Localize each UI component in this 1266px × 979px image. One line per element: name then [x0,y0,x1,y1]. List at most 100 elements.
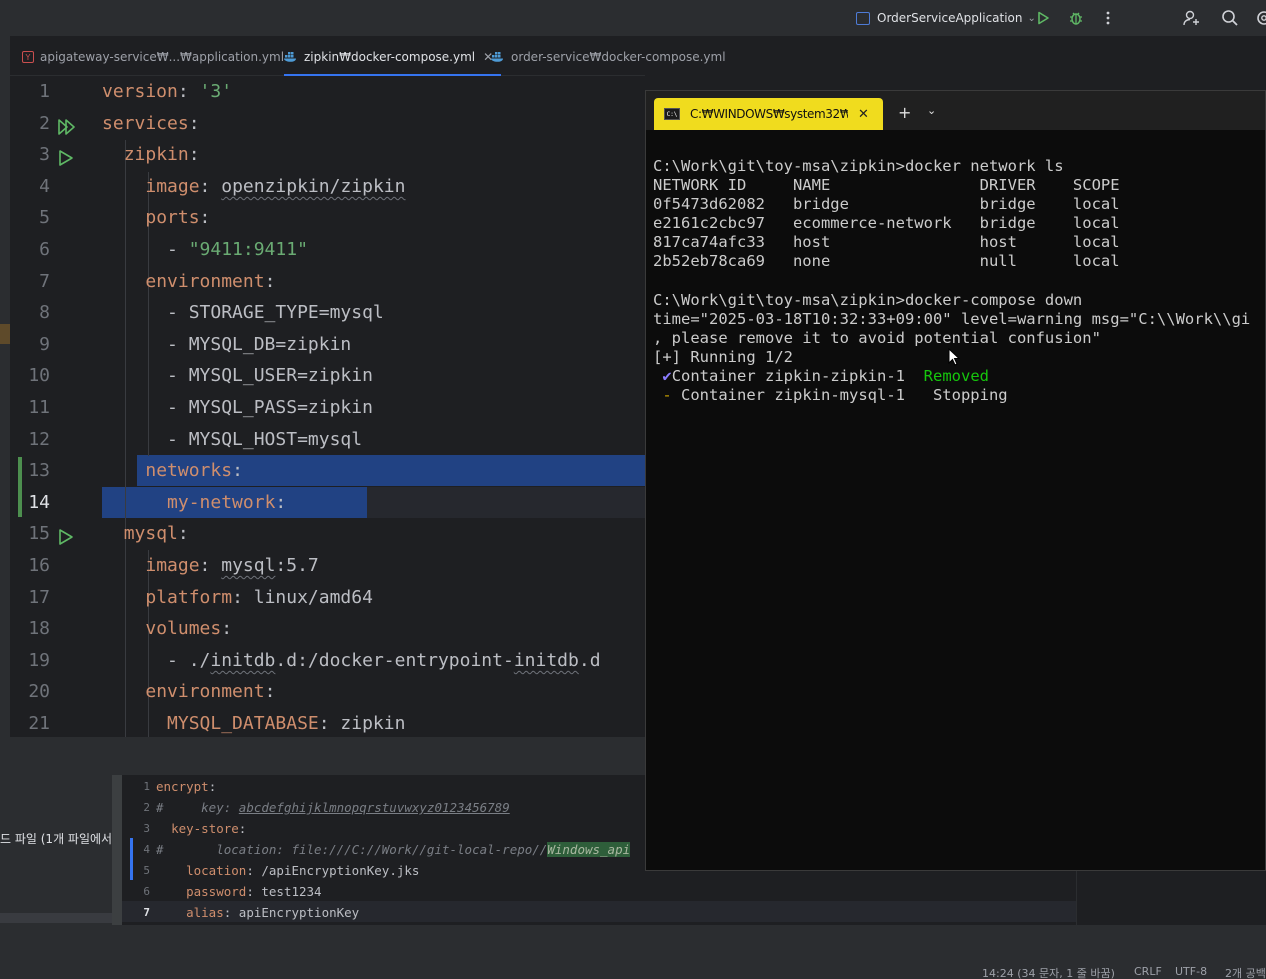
line-number: 5 [143,864,150,877]
preview-line[interactable]: 7 alias: apiEncryptionKey [122,902,1076,923]
code-line[interactable]: 6 - "9411:9411" [10,234,645,266]
line-number: 1 [39,81,50,102]
line-number: 21 [28,713,50,734]
line-number: 10 [28,365,50,387]
horizontal-scrollbar[interactable] [0,913,112,923]
code-text: services: [102,112,200,134]
left-tool-strip [0,36,10,738]
code-line[interactable]: 20 environment: [10,676,645,708]
more-actions-icon[interactable] [1098,8,1118,28]
code-line[interactable]: 21 MYSQL_DATABASE: zipkin [10,708,645,737]
code-line[interactable]: 12 - MYSQL_HOST=mysql [10,424,645,456]
line-number: 20 [28,681,50,703]
code-text: environment: [145,270,276,292]
line-number: 9 [39,333,50,355]
code-text: my-network: [167,491,287,513]
code-line[interactable]: 14 my-network: [10,487,645,519]
code-text: key-store: [171,821,247,836]
search-results-list[interactable]: 드 파일 (1개 파일에서 [0,775,112,925]
code-text: networks: [145,460,243,482]
run-configuration-selector[interactable]: OrderServiceApplication ⌄ [856,9,1036,27]
code-text: platform: linux/amd64 [145,586,373,608]
code-text: MYSQL_DATABASE: zipkin [167,713,406,734]
settings-icon[interactable] [1254,8,1266,28]
terminal-tab-title: C:₩WINDOWS₩system32₩cmd [690,107,848,121]
line-number: 13 [28,460,50,482]
code-text: - MYSQL_PASS=zipkin [102,397,373,418]
close-icon[interactable]: ✕ [858,107,869,122]
code-line[interactable]: 5 ports: [10,202,645,234]
search-summary: 드 파일 (1개 파일에서 [0,832,113,846]
code-editor[interactable]: 1 version: '3' 2 services: 3 zipkin: 4 image:… [10,76,645,737]
windows-terminal[interactable]: C:\ C:₩WINDOWS₩system32₩cmd ✕ + ⌄ C:\Wor… [645,90,1266,871]
line-number: 8 [39,302,50,324]
code-line[interactable]: 4 image: openzipkin/zipkin [10,171,645,203]
line-number: 11 [28,397,50,418]
preview-line[interactable]: 6 password: test1234 [122,881,1076,902]
run-service-icon[interactable] [57,115,75,135]
code-text: volumes: [145,618,233,640]
search-icon[interactable] [1220,8,1240,28]
code-text: - MYSQL_DB=zipkin [102,333,352,355]
code-line[interactable]: 1 version: '3' [10,76,645,108]
code-line[interactable]: 3 zipkin: [10,139,645,171]
code-text: ports: [145,207,211,229]
line-number: 15 [28,523,50,545]
code-line[interactable]: 11 - MYSQL_PASS=zipkin [10,392,645,424]
debug-icon[interactable] [1066,8,1086,28]
code-text: - "9411:9411" [102,239,308,260]
indent-setting[interactable]: 2개 공백 [1225,965,1266,979]
file-encoding[interactable]: UTF-8 [1175,965,1207,978]
line-separator[interactable]: CRLF [1134,965,1162,978]
tab-label: order-service₩docker-compose.yml [511,50,726,64]
run-service-icon[interactable] [57,525,75,546]
line-number: 2 [39,112,50,134]
editor-tab-bar: Y apigateway-service₩...₩application.yml… [10,38,726,76]
code-text: mysql: [123,523,189,545]
code-line[interactable]: 2 services: [10,108,645,140]
terminal-line: C:\Work\git\toy-msa\zipkin>docker-compos… [653,290,1083,309]
line-number: 4 [39,175,50,197]
code-text: version: '3' [102,81,233,102]
terminal-output[interactable]: C:\Work\git\toy-msa\zipkin>docker networ… [653,157,1265,405]
code-line[interactable]: 7 environment: [10,266,645,298]
terminal-line: , please remove it to avoid potential co… [653,328,1101,347]
code-line[interactable]: 10 - MYSQL_USER=zipkin [10,360,645,392]
code-text: - MYSQL_USER=zipkin [102,365,373,387]
run-icon[interactable] [1033,8,1053,28]
tab-zipkin-docker-compose[interactable]: zipkin₩docker-compose.yml ✕ [284,38,502,76]
terminal-line: - Container zipkin-mysql-1 Stopping [662,386,1008,405]
line-number: 3 [143,822,150,835]
code-line[interactable]: 8 - STORAGE_TYPE=mysql [10,297,645,329]
chevron-down-icon[interactable]: ⌄ [927,104,936,117]
splitter[interactable] [112,775,122,925]
code-text: # location: file:///C://Work//git-local-… [156,842,631,857]
code-line[interactable]: 9 - MYSQL_DB=zipkin [10,329,645,361]
terminal-tab[interactable]: C:\ C:₩WINDOWS₩system32₩cmd ✕ [654,98,883,130]
line-number: 16 [28,555,50,576]
code-text: - MYSQL_HOST=mysql [102,428,363,450]
code-line[interactable]: 17 platform: linux/amd64 [10,582,645,614]
tab-apigateway-application-yml[interactable]: Y apigateway-service₩...₩application.yml [22,38,284,76]
code-line[interactable]: 15 mysql: [10,518,645,550]
code-line[interactable]: 18 volumes: [10,613,645,645]
gutter-marker [0,324,10,344]
add-user-icon[interactable] [1182,8,1202,28]
caret-position[interactable]: 14:24 (34 문자, 1 줄 바꿈) [982,965,1115,979]
line-number: 19 [28,649,50,671]
code-line[interactable]: 19 - ./initdb.d:/docker-entrypoint-initd… [10,645,645,677]
code-line[interactable]: 13 networks: [10,455,645,487]
tab-label: zipkin₩docker-compose.yml [304,50,476,64]
code-text: - ./initdb.d:/docker-entrypoint-initdb.d [102,649,601,671]
run-service-icon[interactable] [57,146,75,166]
terminal-line: NETWORK ID NAME DRIVER SCOPE [653,176,1120,195]
code-text: image: mysql:5.7 [145,555,319,576]
docker-file-icon [284,50,298,65]
new-tab-icon[interactable]: + [898,103,911,122]
line-number: 4 [143,843,150,856]
tab-order-service-docker-compose[interactable]: order-service₩docker-compose.yml [491,38,726,76]
code-line[interactable]: 16 image: mysql:5.7 [10,550,645,582]
line-number: 6 [143,885,150,898]
line-number: 12 [28,428,50,450]
